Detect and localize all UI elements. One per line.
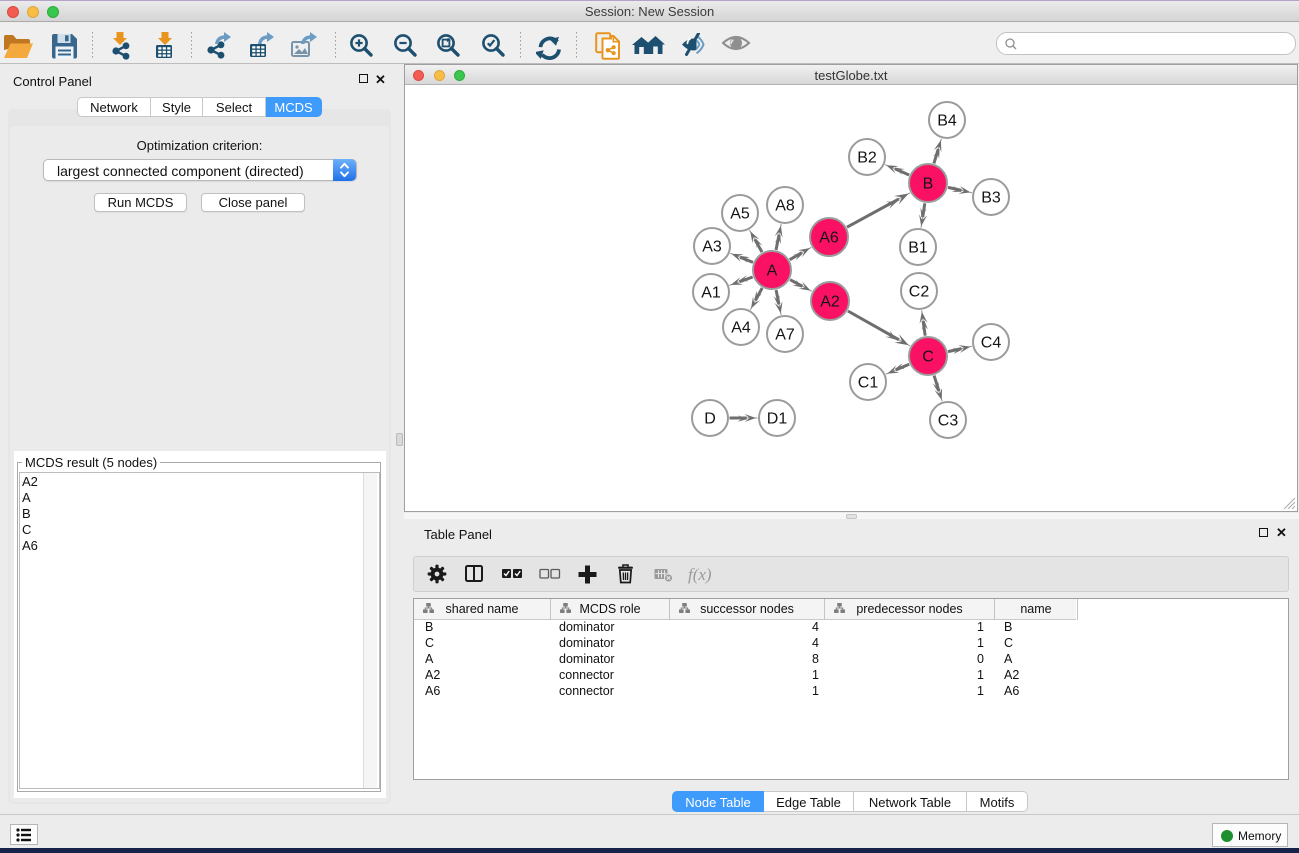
svg-text:A6: A6 <box>819 230 839 247</box>
svg-text:D1: D1 <box>767 411 788 428</box>
svg-text:A2: A2 <box>820 294 840 311</box>
svg-text:C1: C1 <box>858 375 879 392</box>
svg-text:A4: A4 <box>731 320 751 337</box>
svg-text:f(x): f(x) <box>688 565 712 584</box>
svg-text:B3: B3 <box>981 190 1001 207</box>
svg-text:C2: C2 <box>909 284 930 301</box>
svg-text:A1: A1 <box>701 285 721 302</box>
svg-text:D: D <box>704 411 716 428</box>
svg-text:B: B <box>923 176 934 193</box>
svg-text:C: C <box>922 349 934 366</box>
svg-text:C3: C3 <box>938 413 959 430</box>
svg-text:A8: A8 <box>775 198 795 215</box>
svg-text:B4: B4 <box>937 113 957 130</box>
svg-text:A5: A5 <box>730 206 750 223</box>
svg-text:B2: B2 <box>857 150 877 167</box>
svg-text:A: A <box>767 263 778 280</box>
svg-text:C4: C4 <box>981 335 1002 352</box>
svg-text:A7: A7 <box>775 327 795 344</box>
svg-text:B1: B1 <box>908 240 928 257</box>
svg-text:A3: A3 <box>702 239 722 256</box>
